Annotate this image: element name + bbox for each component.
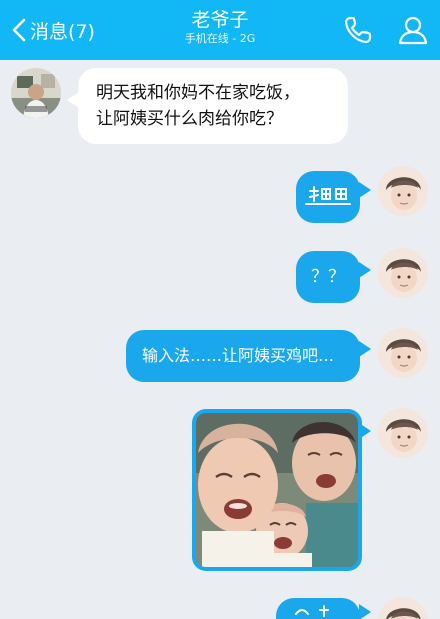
father-avatar[interactable]	[11, 68, 61, 118]
contact-name: 老爷子	[191, 9, 249, 31]
bubble-tail	[359, 182, 371, 198]
my-avatar[interactable]	[378, 328, 428, 378]
back-label: 消息(7)	[30, 20, 95, 43]
bubble-tail	[359, 262, 371, 278]
bubble-tail	[359, 604, 371, 619]
message-text-cropped	[295, 605, 329, 617]
message-line: 明天我和你妈不在家吃饭，	[96, 83, 300, 103]
message-text: ？？	[311, 267, 345, 287]
outgoing-message[interactable]	[296, 171, 360, 223]
my-avatar[interactable]	[378, 408, 428, 458]
my-avatar-image	[378, 248, 428, 298]
father-avatar-image	[11, 68, 61, 118]
contact-icon	[398, 16, 428, 45]
bubble-tail	[359, 341, 371, 357]
contact-status: 手机在线 - 2G	[184, 32, 256, 45]
bubble-tail	[359, 423, 371, 439]
chat-screen: 消息(7) 老爷子 手机在线 - 2G 明天我和你妈不在家吃饭， 让阿姨买什么肉…	[0, 0, 440, 619]
call-button[interactable]	[341, 13, 375, 47]
phone-icon	[344, 16, 372, 44]
my-avatar-image	[378, 166, 428, 216]
my-avatar[interactable]	[378, 248, 428, 298]
my-avatar-image	[378, 328, 428, 378]
crying-babies-meme-image	[196, 413, 358, 567]
outgoing-message[interactable]: ？？	[296, 251, 360, 303]
outgoing-message[interactable]: 输入法……让阿姨买鸡吧…	[126, 330, 360, 382]
outgoing-message-partial[interactable]	[276, 598, 360, 619]
incoming-message[interactable]: 明天我和你妈不在家吃饭， 让阿姨买什么肉给你吃？	[78, 68, 348, 144]
contact-title: 老爷子 手机在线 - 2G	[120, 9, 320, 47]
message-handwritten-text	[305, 186, 351, 205]
my-avatar-image	[378, 597, 428, 619]
my-avatar[interactable]	[378, 166, 428, 216]
message-line: 让阿姨买什么肉给你吃？	[96, 109, 283, 129]
contact-info-button[interactable]	[396, 13, 430, 47]
back-button[interactable]: 消息(7)	[10, 14, 95, 46]
back-chevron-icon	[12, 18, 26, 42]
outgoing-image-message[interactable]	[192, 409, 362, 571]
message-text: 输入法……让阿姨买鸡吧…	[142, 346, 335, 365]
my-avatar-image	[378, 408, 428, 458]
my-avatar[interactable]	[378, 597, 428, 619]
chat-header: 消息(7) 老爷子 手机在线 - 2G	[0, 0, 440, 60]
